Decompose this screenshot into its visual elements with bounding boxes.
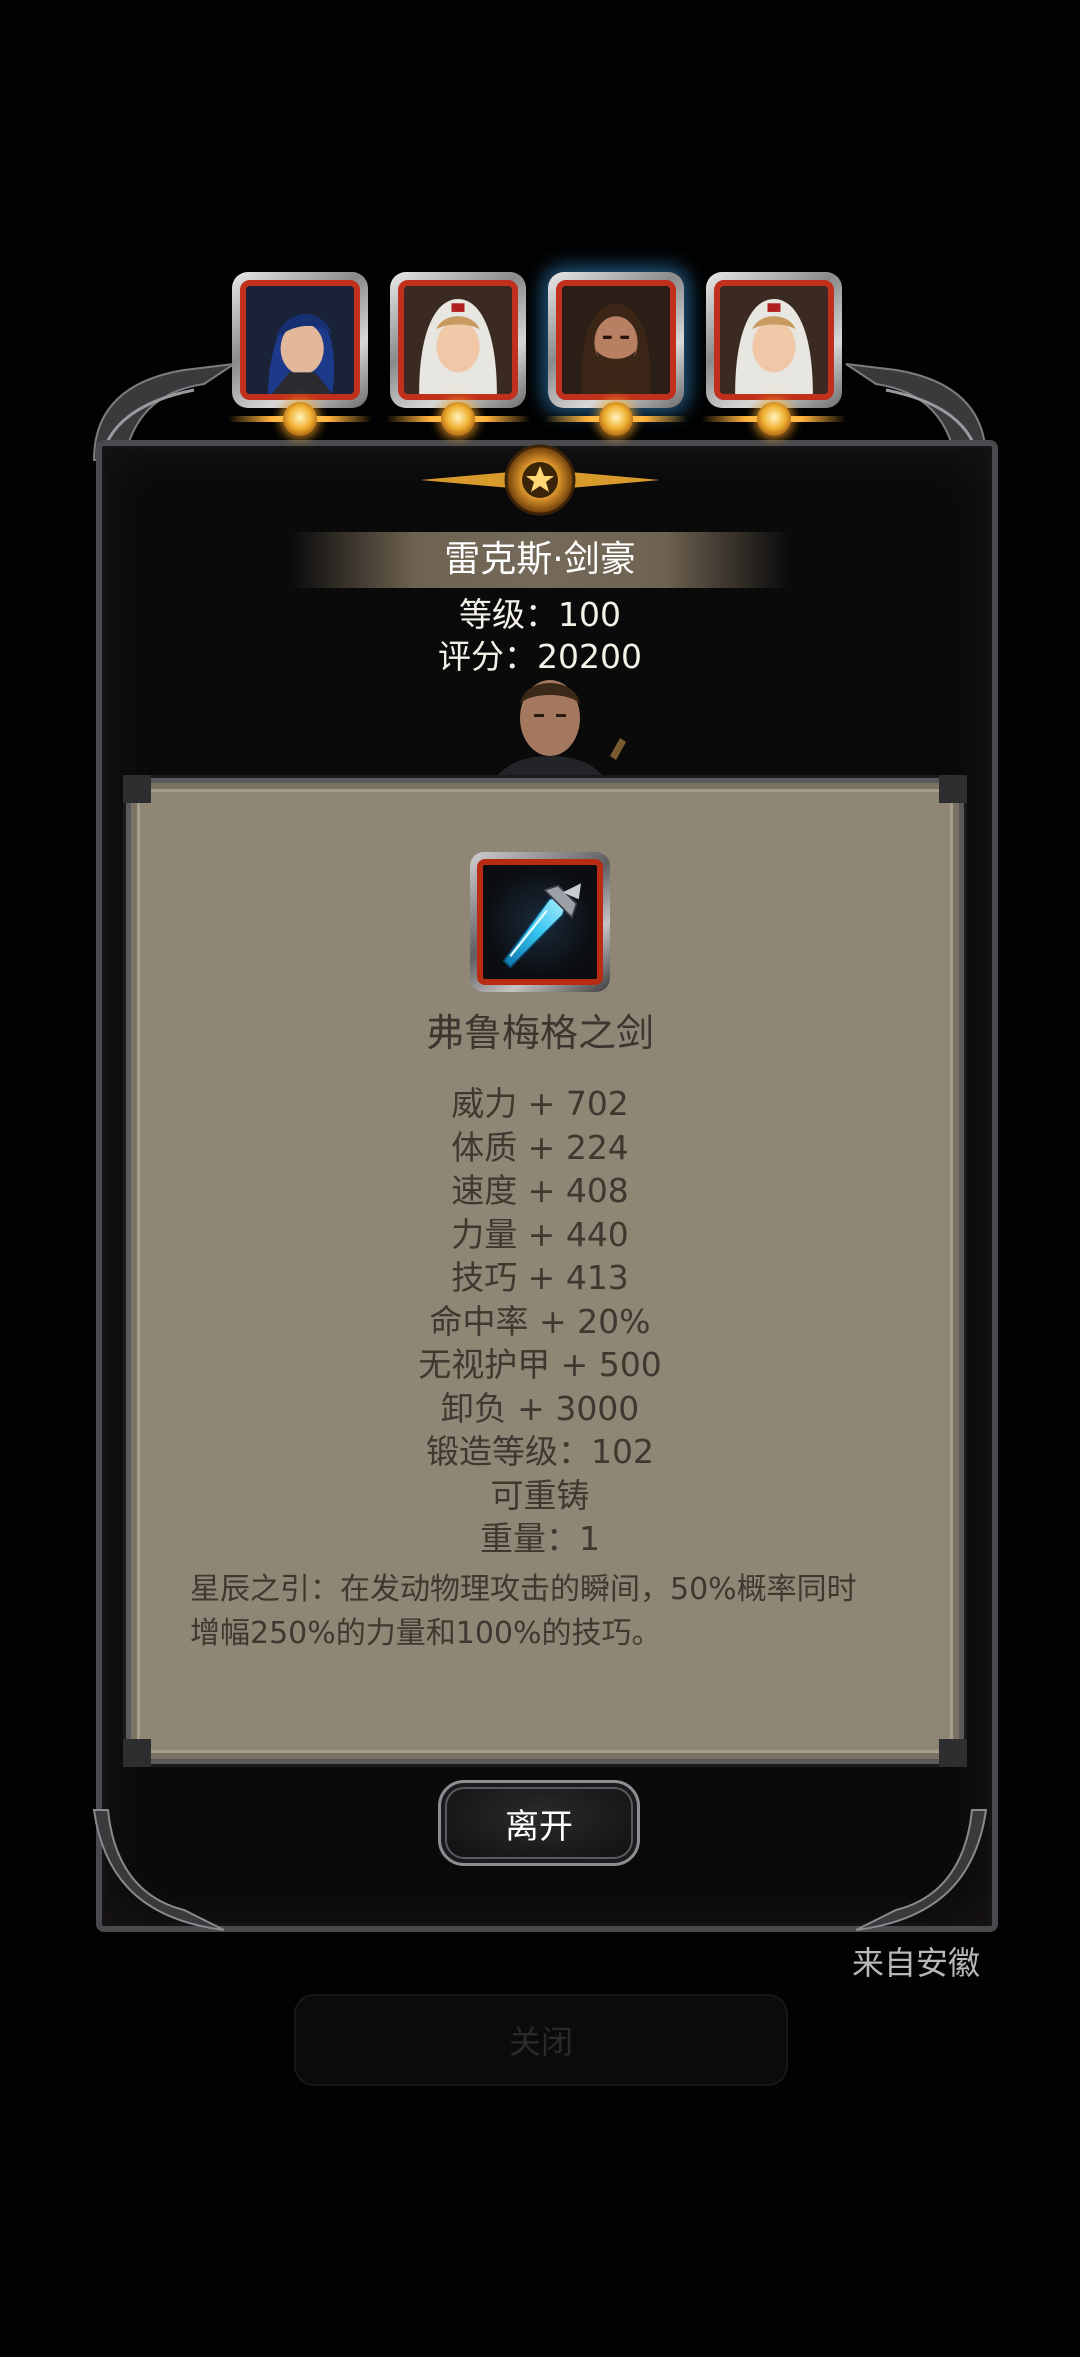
stat-line: 无视护甲 + 500 — [418, 1345, 662, 1384]
stat-line: 重量：1 — [480, 1519, 600, 1558]
stat-line: 命中率 + 20% — [429, 1301, 651, 1341]
close-button-background: 关闭 — [294, 1994, 788, 2086]
hero-slot-1[interactable] — [228, 272, 372, 436]
description-line-2: 增幅250%的力量和100%的技巧。 — [190, 1616, 662, 1651]
stat-line: 技巧 + 413 — [451, 1258, 629, 1297]
stat-line: 卸负 + 3000 — [440, 1388, 640, 1428]
hero-slot-4[interactable] — [702, 272, 846, 436]
rank-medal-icon — [599, 402, 633, 436]
stat-line: 体质 + 224 — [451, 1127, 629, 1167]
stat-line: 可重铸 — [490, 1475, 590, 1515]
item-stats-list: 威力 + 702 体质 + 224 速度 + 408 力量 + 440 技巧 +… — [126, 1082, 954, 1561]
leave-button[interactable]: 离开 — [438, 1780, 640, 1866]
nun-hero-portrait-icon — [398, 280, 518, 400]
description-line-1: 星辰之引：在发动物理攻击的瞬间，50%概率同时 — [190, 1572, 857, 1607]
rank-medal-icon — [757, 402, 791, 436]
crystal-sword-icon — [477, 859, 603, 985]
corner-ornament-bottom-left — [92, 1809, 225, 1931]
bearded-hero-portrait-icon — [556, 280, 676, 400]
hero-slot-2[interactable] — [386, 272, 530, 436]
stat-line: 锻造等级：102 — [426, 1432, 654, 1471]
hero-figure-icon — [490, 680, 626, 788]
blue-hair-hero-portrait-icon — [240, 280, 360, 400]
gold-emblem — [420, 444, 660, 516]
stat-line: 威力 + 702 — [451, 1084, 629, 1123]
corner-ornament-bottom-right — [855, 1809, 988, 1931]
item-name: 弗鲁梅格之剑 — [425, 1011, 654, 1055]
hero-name: 雷克斯·剑豪 — [444, 539, 636, 580]
nun-hero-portrait-icon — [714, 280, 834, 400]
item-description: 星辰之引：在发动物理攻击的瞬间，50%概率同时 增幅250%的力量和100%的技… — [190, 1568, 910, 1656]
hero-slot-3-selected[interactable] — [544, 272, 688, 436]
source-label: 来自安徽 — [851, 1944, 980, 1982]
hero-level: 等级：100 — [459, 595, 621, 634]
stat-line: 力量 + 440 — [451, 1214, 629, 1254]
hero-selector — [228, 272, 848, 442]
item-icon-frame — [470, 852, 610, 992]
rank-medal-icon — [283, 402, 317, 436]
stat-line: 速度 + 408 — [451, 1171, 629, 1210]
rank-medal-icon — [441, 402, 475, 436]
